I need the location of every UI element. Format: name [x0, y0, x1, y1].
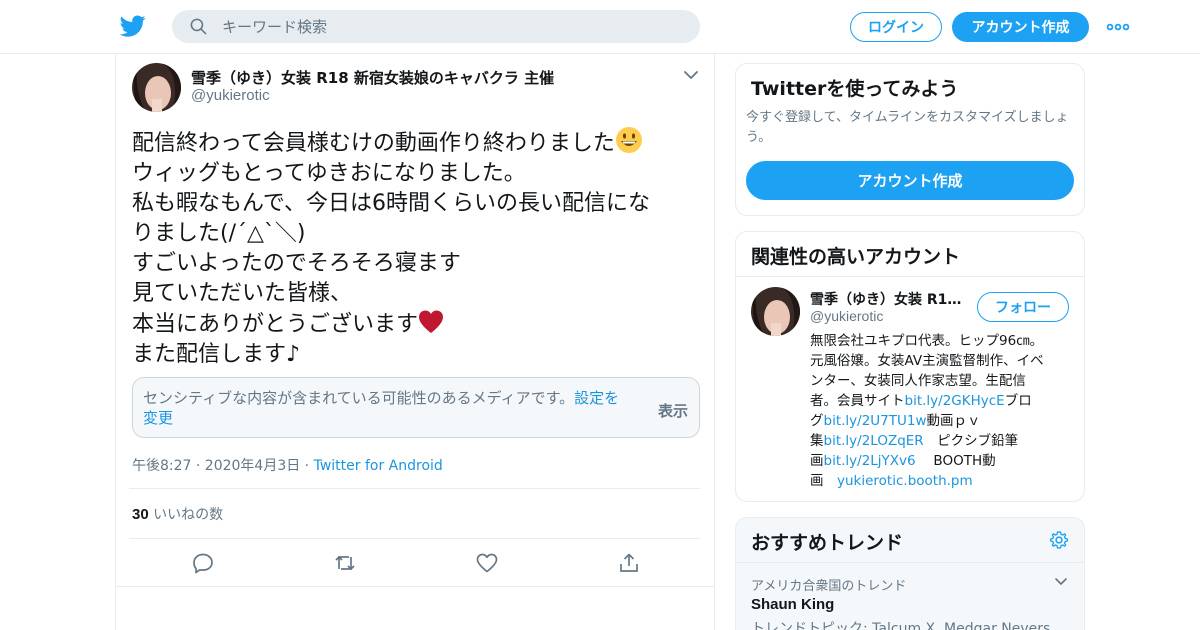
gear-icon[interactable]	[1049, 530, 1069, 550]
signup-button[interactable]: アカウント作成	[952, 12, 1089, 42]
more-dots-icon[interactable]	[1106, 18, 1130, 36]
card-title: 関連性の高いアカウント	[751, 246, 961, 268]
related-accounts-card: 関連性の高いアカウント 雪季（ゆき）女装 R18 新宿女装娘のキャバクラ 主催 …	[735, 231, 1085, 502]
tweet-line: 配信終わって会員様むけの動画作り終わりました	[132, 126, 697, 159]
card-description: 今すぐ登録して、タイムラインをカスタマイズしましょう。	[746, 110, 1069, 145]
divider	[129, 488, 700, 489]
bio-link[interactable]: bit.ly/2LjYXv6	[824, 453, 916, 469]
like-icon[interactable]	[475, 551, 499, 575]
search-input[interactable]	[222, 10, 682, 43]
author-handle[interactable]: @yukierotic	[191, 87, 270, 104]
tweet-timestamp[interactable]: 午後8:27 · 2020年4月3日 ·	[132, 458, 314, 474]
tweet-line: 見ていただいた皆様、	[132, 281, 353, 306]
related-account-name[interactable]: 雪季（ゆき）女装 R18 新宿女装娘のキャバクラ 主催	[810, 289, 965, 309]
card-title: Twitterを使ってみよう	[751, 78, 959, 100]
show-media-button[interactable]: 表示	[658, 400, 688, 421]
like-count[interactable]: 30 いいねの数	[132, 504, 223, 524]
signup-card-button[interactable]: アカウント作成	[746, 161, 1074, 200]
tweet-line: すごいよったのでそろそろ寝ます	[132, 251, 461, 276]
author-name[interactable]: 雪季（ゆき）女装 R18 新宿女装娘のキャバクラ 主催	[191, 67, 554, 88]
tweet-source-link[interactable]: Twitter for Android	[314, 458, 443, 474]
trend-location: アメリカ合衆国のトレンド	[751, 579, 907, 594]
tweet-detail-column: 雪季（ゆき）女装 R18 新宿女装娘のキャバクラ 主催 @yukierotic …	[115, 54, 715, 630]
bio-link[interactable]: bit.ly/2GKHycE	[905, 393, 1005, 409]
divider	[129, 538, 700, 539]
tweet-line: 私も暇なもんで、今日は6時間くらいの長い配信にな	[132, 191, 651, 216]
sensitive-message: センシティブな内容が含まれている可能性のあるメディアです。設定を変更	[143, 389, 620, 427]
tweet-metadata: 午後8:27 · 2020年4月3日 · Twitter for Android	[132, 455, 443, 475]
tweet-line: りました(/´△`＼)	[132, 221, 306, 246]
tweet-line: ウィッグもとってゆきおになりました。	[132, 161, 526, 186]
avatar[interactable]	[132, 63, 181, 112]
related-account-bio: 無限会社ユキプロ代表。ヒップ96㎝。 元風俗嬢。女装AV主演監督制作、イベ ンタ…	[810, 333, 1044, 489]
reply-icon[interactable]	[191, 551, 215, 575]
divider	[116, 586, 714, 587]
tweet-line: また配信します♪	[132, 342, 301, 367]
login-button[interactable]: ログイン	[850, 12, 942, 42]
twitter-bird-icon[interactable]	[119, 13, 147, 39]
search-box[interactable]	[172, 10, 700, 43]
related-account-handle[interactable]: @yukierotic	[810, 308, 883, 324]
follow-button[interactable]: フォロー	[977, 292, 1069, 322]
divider	[736, 276, 1084, 277]
trend-name[interactable]: Shaun King	[751, 596, 834, 613]
tweet-text: 配信終わって会員様むけの動画作り終わりました ウィッグもとってゆきおになりました…	[132, 126, 697, 370]
sensitive-media-notice: センシティブな内容が含まれている可能性のあるメディアです。設定を変更 表示	[132, 377, 700, 438]
trends-card: おすすめトレンド アメリカ合衆国のトレンド Shaun King トレンドトピッ…	[735, 517, 1085, 630]
chevron-down-icon[interactable]	[1054, 576, 1068, 588]
grinning-face-emoji	[615, 127, 642, 153]
card-title: おすすめトレンド	[751, 532, 904, 554]
avatar[interactable]	[751, 287, 800, 336]
tweet-line: 本当にありがとうございます	[132, 309, 697, 340]
bio-link[interactable]: bit.ly/2U7TU1w	[824, 413, 927, 429]
top-navigation-bar: ログイン アカウント作成	[0, 0, 1200, 54]
search-icon	[190, 18, 207, 35]
divider	[736, 562, 1084, 563]
chevron-down-icon[interactable]	[683, 68, 699, 82]
bio-link[interactable]: yukierotic.booth.pm	[837, 473, 973, 489]
signup-prompt-card: Twitterを使ってみよう 今すぐ登録して、タイムラインをカスタマイズしましょ…	[735, 63, 1085, 216]
trend-topic: トレンドトピック: Talcum X, Medgar Nevers	[751, 621, 1051, 630]
share-icon[interactable]	[617, 551, 641, 575]
retweet-icon[interactable]	[333, 551, 357, 575]
bio-link[interactable]: bit.ly/2LOZqER	[824, 433, 924, 449]
red-heart-emoji	[419, 310, 444, 333]
